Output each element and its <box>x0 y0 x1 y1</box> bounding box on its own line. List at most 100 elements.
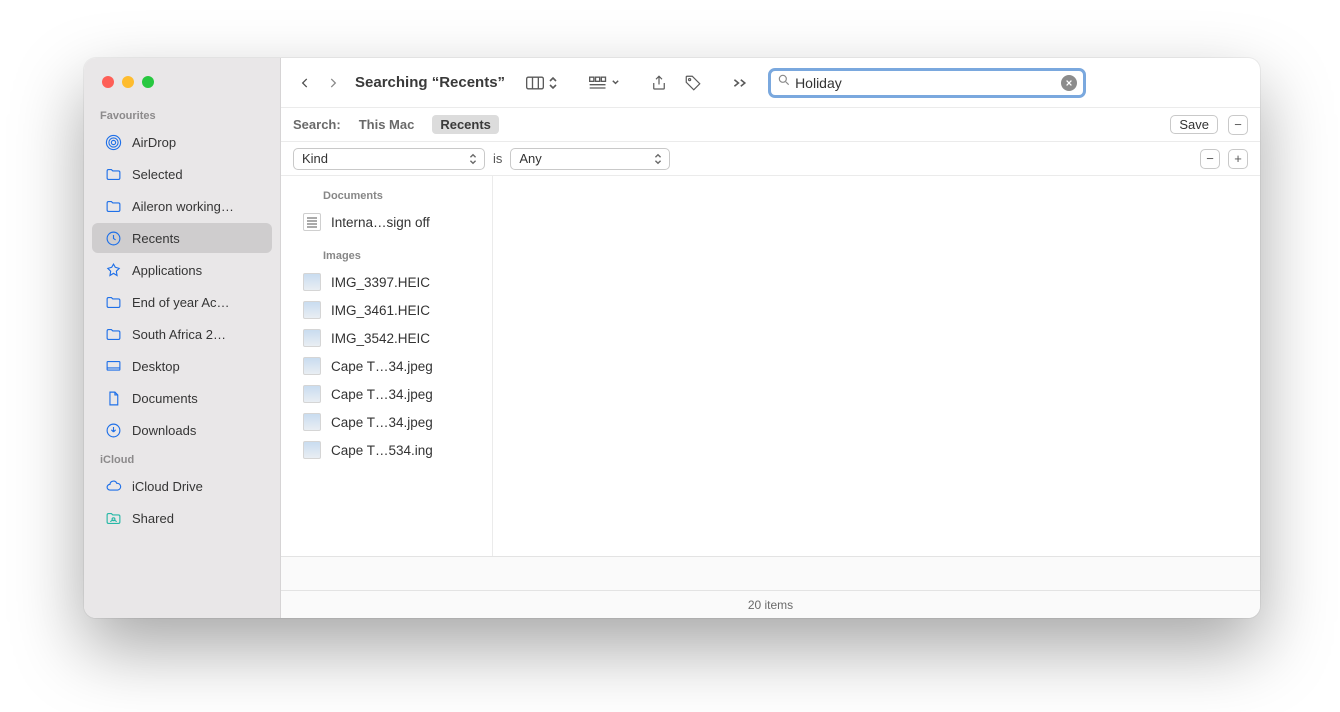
applications-icon <box>104 261 122 279</box>
sidebar-item-label: Documents <box>132 391 198 406</box>
preview-column <box>493 176 1260 556</box>
sidebar-item-label: Downloads <box>132 423 196 438</box>
sidebar-section-favourites-label: Favourites <box>84 102 280 126</box>
sidebar-item-label: Desktop <box>132 359 180 374</box>
share-button[interactable] <box>644 69 674 97</box>
sidebar-item-end-of-year[interactable]: End of year Ac… <box>92 287 272 317</box>
sidebar-item-label: Recents <box>132 231 180 246</box>
downloads-icon <box>104 421 122 439</box>
file-name: Cape T…34.jpeg <box>331 415 433 430</box>
cloud-icon <box>104 477 122 495</box>
file-row[interactable]: Cape T…34.jpeg <box>281 408 492 436</box>
remove-scope-button[interactable]: − <box>1228 115 1248 135</box>
sidebar-item-applications[interactable]: Applications <box>92 255 272 285</box>
file-row[interactable]: IMG_3461.HEIC <box>281 296 492 324</box>
sidebar-item-label: Shared <box>132 511 174 526</box>
file-row[interactable]: IMG_3542.HEIC <box>281 324 492 352</box>
airdrop-icon <box>104 133 122 151</box>
sidebar-item-documents[interactable]: Documents <box>92 383 272 413</box>
sidebar-item-label: End of year Ac… <box>132 295 230 310</box>
file-row[interactable]: Interna…sign off <box>281 208 492 236</box>
criteria-operator-label: is <box>493 151 502 166</box>
add-criteria-button[interactable]: + <box>1228 149 1248 169</box>
folder-icon <box>104 197 122 215</box>
sidebar-item-icloud-drive[interactable]: iCloud Drive <box>92 471 272 501</box>
clear-search-button[interactable] <box>1061 75 1077 91</box>
image-thumb-icon <box>303 301 321 319</box>
folder-icon <box>104 293 122 311</box>
criteria-value-select[interactable]: Any <box>510 148 670 170</box>
status-bar: 20 items <box>281 590 1260 618</box>
sidebar-item-aileron[interactable]: Aileron working… <box>92 191 272 221</box>
sidebar-item-label: AirDrop <box>132 135 176 150</box>
file-name: Interna…sign off <box>331 215 430 230</box>
image-thumb-icon <box>303 441 321 459</box>
sidebar-item-shared[interactable]: Shared <box>92 503 272 533</box>
sidebar-item-airdrop[interactable]: AirDrop <box>92 127 272 157</box>
sidebar-item-label: Aileron working… <box>132 199 234 214</box>
criteria-attribute-select[interactable]: Kind <box>293 148 485 170</box>
sidebar-item-label: iCloud Drive <box>132 479 203 494</box>
search-input[interactable] <box>791 75 1061 91</box>
file-name: IMG_3542.HEIC <box>331 331 430 346</box>
desktop-icon <box>104 357 122 375</box>
file-name: Cape T…534.ing <box>331 443 433 458</box>
image-thumb-icon <box>303 385 321 403</box>
image-thumb-icon <box>303 273 321 291</box>
sidebar-item-label: Applications <box>132 263 202 278</box>
window-title: Searching “Recents” <box>355 74 505 91</box>
forward-button[interactable] <box>321 69 345 97</box>
sidebar-item-selected[interactable]: Selected <box>92 159 272 189</box>
shared-icon <box>104 509 122 527</box>
main-pane: Searching “Recents” <box>281 58 1260 618</box>
file-row[interactable]: Cape T…34.jpeg <box>281 380 492 408</box>
scope-this-mac[interactable]: This Mac <box>351 115 423 134</box>
status-text: 20 items <box>748 598 793 612</box>
sidebar-item-label: Selected <box>132 167 183 182</box>
results-column[interactable]: Documents Interna…sign off Images IMG_33… <box>281 176 493 556</box>
file-name: Cape T…34.jpeg <box>331 359 433 374</box>
criteria-value: Any <box>519 151 541 166</box>
close-button[interactable] <box>102 76 114 88</box>
group-by-button[interactable] <box>582 69 626 97</box>
sidebar: Favourites AirDrop Selected Aileron work… <box>84 58 281 618</box>
file-row[interactable]: IMG_3397.HEIC <box>281 268 492 296</box>
remove-criteria-button[interactable]: − <box>1200 149 1220 169</box>
sidebar-section-icloud-label: iCloud <box>84 446 280 470</box>
sidebar-item-recents[interactable]: Recents <box>92 223 272 253</box>
save-search-button[interactable]: Save <box>1170 115 1218 134</box>
document-icon <box>104 389 122 407</box>
scope-bar: Search: This Mac Recents Save − <box>281 108 1260 142</box>
back-button[interactable] <box>293 69 317 97</box>
search-field-wrap <box>768 68 1086 98</box>
sidebar-item-desktop[interactable]: Desktop <box>92 351 272 381</box>
tags-button[interactable] <box>678 69 708 97</box>
image-thumb-icon <box>303 357 321 375</box>
clock-icon <box>104 229 122 247</box>
toolbar-overflow-button[interactable] <box>726 69 754 97</box>
file-name: IMG_3397.HEIC <box>331 275 430 290</box>
path-bar <box>281 556 1260 590</box>
image-thumb-icon <box>303 329 321 347</box>
window-controls <box>84 76 280 102</box>
sidebar-item-south-africa[interactable]: South Africa 2… <box>92 319 272 349</box>
minimize-button[interactable] <box>122 76 134 88</box>
sidebar-item-label: South Africa 2… <box>132 327 226 342</box>
zoom-button[interactable] <box>142 76 154 88</box>
view-columns-button[interactable] <box>519 69 564 97</box>
criteria-attribute-value: Kind <box>302 151 328 166</box>
sidebar-item-downloads[interactable]: Downloads <box>92 415 272 445</box>
content-area: Documents Interna…sign off Images IMG_33… <box>281 176 1260 556</box>
file-row[interactable]: Cape T…34.jpeg <box>281 352 492 380</box>
folder-icon <box>104 165 122 183</box>
scope-label: Search: <box>293 117 341 132</box>
group-images-label: Images <box>281 236 492 268</box>
scope-recents[interactable]: Recents <box>432 115 499 134</box>
file-name: Cape T…34.jpeg <box>331 387 433 402</box>
toolbar: Searching “Recents” <box>281 58 1260 108</box>
document-thumb-icon <box>303 213 321 231</box>
group-documents-label: Documents <box>281 176 492 208</box>
criteria-bar: Kind is Any − + <box>281 142 1260 176</box>
file-name: IMG_3461.HEIC <box>331 303 430 318</box>
file-row[interactable]: Cape T…534.ing <box>281 436 492 464</box>
